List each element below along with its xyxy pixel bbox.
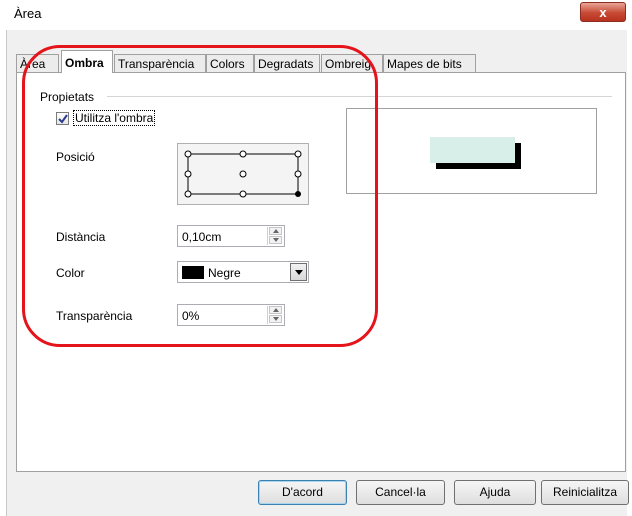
use-shadow-label: Utilitza l'ombra xyxy=(73,110,156,126)
transparency-value: 0% xyxy=(182,309,200,323)
close-button[interactable]: x xyxy=(580,2,626,22)
transparency-label: Transparència xyxy=(56,309,133,323)
ok-button[interactable]: D'acord xyxy=(258,480,347,505)
cancel-button[interactable]: Cancel·la xyxy=(356,480,445,505)
group-separator xyxy=(107,96,612,97)
spin-down-icon[interactable] xyxy=(269,315,282,323)
tab-label: Ombra xyxy=(65,56,104,70)
tab-label: Mapes de bits xyxy=(387,57,462,71)
close-icon: x xyxy=(599,5,607,20)
preview-shape xyxy=(430,137,515,163)
tab-degradats[interactable]: Degradats xyxy=(254,54,320,72)
shadow-preview xyxy=(346,108,597,194)
distance-label: Distància xyxy=(56,230,106,244)
tab-label: Ombreig xyxy=(325,57,372,71)
tab-label: Àrea xyxy=(20,57,46,71)
position-point xyxy=(239,150,247,158)
shadow-position-selector[interactable] xyxy=(177,143,309,205)
transparency-spinfield[interactable]: 0% xyxy=(177,304,285,326)
reset-button[interactable]: Reinicialitza xyxy=(541,480,629,505)
position-point xyxy=(294,170,302,178)
tab-colors[interactable]: Colors xyxy=(206,54,254,72)
position-grid-icon xyxy=(184,150,302,198)
properties-group-label: Propietats xyxy=(40,90,95,104)
spin-up-icon[interactable] xyxy=(269,306,282,314)
tab-transparencia[interactable]: Transparència xyxy=(114,54,206,72)
position-label: Posició xyxy=(56,150,95,164)
chevron-down-icon[interactable] xyxy=(290,263,307,281)
title-bar: Àrea x xyxy=(0,0,632,30)
use-shadow-checkbox[interactable] xyxy=(56,111,69,125)
use-shadow-checkbox-row[interactable]: Utilitza l'ombra xyxy=(56,110,156,126)
transparency-spin-buttons[interactable] xyxy=(267,306,283,324)
area-dialog: Àrea x Àrea Ombra Transparència Colors D… xyxy=(0,0,632,516)
checkmark-icon xyxy=(58,113,68,124)
tab-label: Transparència xyxy=(118,57,195,71)
color-label: Color xyxy=(56,266,85,280)
tab-label: Degradats xyxy=(258,57,314,71)
color-value: Negre xyxy=(208,266,241,280)
color-swatch xyxy=(182,266,204,279)
position-point xyxy=(184,190,192,198)
position-point-selected xyxy=(295,191,301,197)
distance-spinfield[interactable]: 0,10cm xyxy=(177,225,285,247)
position-point xyxy=(239,190,247,198)
distance-value: 0,10cm xyxy=(182,230,222,244)
help-button[interactable]: Ajuda xyxy=(454,480,536,505)
spin-down-icon[interactable] xyxy=(269,236,282,244)
position-point xyxy=(184,170,192,178)
distance-spin-buttons[interactable] xyxy=(267,227,283,245)
tab-ombreig[interactable]: Ombreig xyxy=(321,54,383,72)
position-point xyxy=(294,150,302,158)
tab-area[interactable]: Àrea xyxy=(16,54,59,72)
color-dropdown[interactable]: Negre xyxy=(177,261,309,283)
tab-label: Colors xyxy=(210,57,245,71)
tab-mapes-de-bits[interactable]: Mapes de bits xyxy=(383,54,476,72)
position-point xyxy=(239,170,247,178)
spin-up-icon[interactable] xyxy=(269,227,282,235)
position-label-text: Posició xyxy=(56,150,95,164)
window-title: Àrea xyxy=(14,6,42,21)
tab-ombra[interactable]: Ombra xyxy=(61,50,113,73)
position-point xyxy=(184,150,192,158)
